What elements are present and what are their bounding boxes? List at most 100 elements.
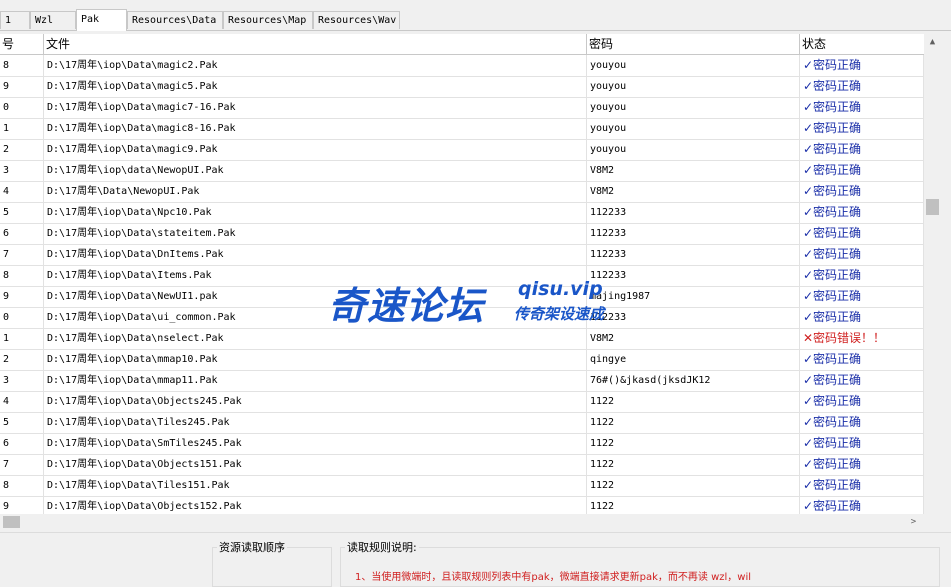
tab-pak[interactable]: Pak xyxy=(76,9,127,31)
cell-file: D:\17周年\iop\Data\mmap11.Pak xyxy=(44,370,587,391)
load-order-title: 资源读取顺序 xyxy=(217,539,287,555)
cell-file: D:\17周年\iop\Data\Objects151.Pak xyxy=(44,454,587,475)
table-row[interactable]: 2 D:\17周年\iop\Data\mmap10.Pak qingye ✓密码正确 xyxy=(0,349,924,371)
cell-file: D:\17周年\iop\Data\Npc10.Pak xyxy=(44,202,587,223)
horizontal-scroll-thumb[interactable] xyxy=(3,516,20,528)
cell-status: ✓密码正确 xyxy=(800,76,924,97)
cell-password: V8M2 xyxy=(587,181,800,202)
cell-password: V8M2 xyxy=(587,328,800,349)
table-row[interactable]: 5 D:\17周年\iop\Data\Tiles245.Pak 1122 ✓密码正确 xyxy=(0,412,924,434)
table-row[interactable]: 7 D:\17周年\iop\Data\Objects151.Pak 1122 ✓密码正… xyxy=(0,454,924,476)
table-row[interactable]: 1 D:\17周年\iop\Data\nselect.Pak V8M2 ✕密码错误！！ xyxy=(0,328,924,350)
cell-no: 7 xyxy=(0,454,44,475)
tab-resources-wav[interactable]: Resources\Wav xyxy=(313,11,400,29)
table-row[interactable]: 4 D:\17周年\iop\Data\Objects245.Pak 1122 ✓密码正… xyxy=(0,391,924,413)
cell-password: 112233 xyxy=(587,202,800,223)
cell-status: ✓密码正确 xyxy=(800,181,924,202)
tab-resources-map[interactable]: Resources\Map xyxy=(223,11,313,29)
cell-no: 9 xyxy=(0,496,44,514)
header-status[interactable]: 状态 xyxy=(800,34,924,54)
table-row[interactable]: 3 D:\17周年\iop\data\NewopUI.Pak V8M2 ✓密码正确 xyxy=(0,160,924,182)
cell-status: ✓密码正确 xyxy=(800,139,924,160)
forum-watermark: 奇速论坛 qisu.vip 传奇架设速成 xyxy=(328,275,628,328)
cell-status: ✓密码正确 xyxy=(800,55,924,76)
cell-password: 1122 xyxy=(587,391,800,412)
cell-status: ✓密码正确 xyxy=(800,412,924,433)
cell-password: 1122 xyxy=(587,433,800,454)
table-row[interactable]: 6 D:\17周年\iop\Data\SmTiles245.Pak 1122 ✓密码正… xyxy=(0,433,924,455)
cell-file: D:\17周年\iop\Data\magic2.Pak xyxy=(44,55,587,76)
scroll-right-icon[interactable]: > xyxy=(905,514,922,530)
cell-status: ✓密码正确 xyxy=(800,244,924,265)
cell-file: D:\17周年\iop\Data\magic8-16.Pak xyxy=(44,118,587,139)
scroll-up-icon[interactable]: ▲ xyxy=(924,34,941,50)
cell-password: 76#()&jkasd(jksdJK12 xyxy=(587,370,800,391)
cell-file: D:\17周年\iop\data\NewopUI.Pak xyxy=(44,160,587,181)
cell-no: 0 xyxy=(0,307,44,328)
table-row[interactable]: 9 D:\17周年\iop\Data\magic5.Pak youyou ✓密码正确 xyxy=(0,76,924,98)
cell-status: ✓密码正确 xyxy=(800,454,924,475)
cell-file: D:\17周年\iop\Data\magic9.Pak xyxy=(44,139,587,160)
cell-no: 8 xyxy=(0,475,44,496)
cell-password: 112233 xyxy=(587,223,800,244)
cell-file: D:\17周年\iop\Data\Objects245.Pak xyxy=(44,391,587,412)
cell-file: D:\17周年\iop\Data\mmap10.Pak xyxy=(44,349,587,370)
cell-file: D:\17周年\iop\Data\SmTiles245.Pak xyxy=(44,433,587,454)
table-row[interactable]: 7 D:\17周年\iop\Data\DnItems.Pak 112233 ✓密码正确 xyxy=(0,244,924,266)
cell-password: youyou xyxy=(587,97,800,118)
cell-password: youyou xyxy=(587,76,800,97)
cell-no: 4 xyxy=(0,391,44,412)
bottom-panel: 资源读取顺序 读取规则说明: 1、当使用微端时，且读取规则列表中有pak，微端直… xyxy=(0,532,951,587)
table-row[interactable]: 0 D:\17周年\iop\Data\magic7-16.Pak youyou ✓密码… xyxy=(0,97,924,119)
tab-wzl[interactable]: Wzl xyxy=(30,11,76,29)
table-row[interactable]: 4 D:\17周年\Data\NewopUI.Pak V8M2 ✓密码正确 xyxy=(0,181,924,203)
tab-1[interactable]: 1 xyxy=(0,11,30,29)
header-password[interactable]: 密码 xyxy=(587,34,800,54)
cell-file: D:\17周年\iop\Data\magic7-16.Pak xyxy=(44,97,587,118)
cell-status: ✓密码正确 xyxy=(800,475,924,496)
cell-no: 9 xyxy=(0,286,44,307)
cell-no: 9 xyxy=(0,76,44,97)
table-row[interactable]: 6 D:\17周年\iop\Data\stateitem.Pak 112233 ✓密码… xyxy=(0,223,924,245)
cell-password: youyou xyxy=(587,55,800,76)
tab-strip: 1 Wzl Pak Resources\Data Resources\Map R… xyxy=(0,9,951,31)
cell-no: 0 xyxy=(0,97,44,118)
cell-status: ✓密码正确 xyxy=(800,97,924,118)
cell-status: ✓密码正确 xyxy=(800,118,924,139)
vertical-scrollbar[interactable]: ▲ xyxy=(924,34,941,514)
cell-file: D:\17周年\iop\Data\Tiles151.Pak xyxy=(44,475,587,496)
cell-password: 1122 xyxy=(587,454,800,475)
table-row[interactable]: 2 D:\17周年\iop\Data\magic9.Pak youyou ✓密码正确 xyxy=(0,139,924,161)
horizontal-scrollbar[interactable]: > xyxy=(0,514,924,530)
table-header: 号 文件 密码 状态 xyxy=(0,34,924,55)
rule-text: 1、当使用微端时，且读取规则列表中有pak，微端直接请求更新pak，而不再读 w… xyxy=(355,572,752,583)
table-row[interactable]: 8 D:\17周年\iop\Data\magic2.Pak youyou ✓密码正确 xyxy=(0,55,924,77)
cell-file: D:\17周年\iop\Data\magic5.Pak xyxy=(44,76,587,97)
table-row[interactable]: 5 D:\17周年\iop\Data\Npc10.Pak 112233 ✓密码正确 xyxy=(0,202,924,224)
table-row[interactable]: 3 D:\17周年\iop\Data\mmap11.Pak 76#()&jkasd(… xyxy=(0,370,924,392)
tab-resources-data[interactable]: Resources\Data xyxy=(127,11,223,29)
cell-status: ✓密码正确 xyxy=(800,349,924,370)
cell-status: ✓密码正确 xyxy=(800,370,924,391)
cell-file: D:\17周年\iop\Data\Objects152.Pak xyxy=(44,496,587,514)
cell-password: qingye xyxy=(587,349,800,370)
cell-no: 1 xyxy=(0,118,44,139)
table-row[interactable]: 8 D:\17周年\iop\Data\Tiles151.Pak 1122 ✓密码正确 xyxy=(0,475,924,497)
vertical-scroll-thumb[interactable] xyxy=(926,199,939,215)
header-number[interactable]: 号 xyxy=(0,34,44,54)
watermark-cn: 奇速论坛 xyxy=(328,284,485,328)
pak-table: 号 文件 密码 状态 8 D:\17周年\iop\Data\magic2.Pak y… xyxy=(0,34,924,514)
cell-file: D:\17周年\iop\Data\Tiles245.Pak xyxy=(44,412,587,433)
table-row[interactable]: 9 D:\17周年\iop\Data\Objects152.Pak 1122 ✓密码正… xyxy=(0,496,924,514)
watermark-sub: 传奇架设速成 xyxy=(514,305,605,323)
cell-status: ✓密码正确 xyxy=(800,307,924,328)
cell-password: 1122 xyxy=(587,412,800,433)
watermark-en: qisu.vip xyxy=(518,278,603,300)
header-file[interactable]: 文件 xyxy=(44,34,587,54)
cell-file: D:\17周年\Data\NewopUI.Pak xyxy=(44,181,587,202)
cell-password: 112233 xyxy=(587,244,800,265)
cell-no: 2 xyxy=(0,139,44,160)
cell-status: ✓密码正确 xyxy=(800,265,924,286)
rules-title: 读取规则说明: xyxy=(345,539,419,555)
table-row[interactable]: 1 D:\17周年\iop\Data\magic8-16.Pak youyou ✓密码… xyxy=(0,118,924,140)
